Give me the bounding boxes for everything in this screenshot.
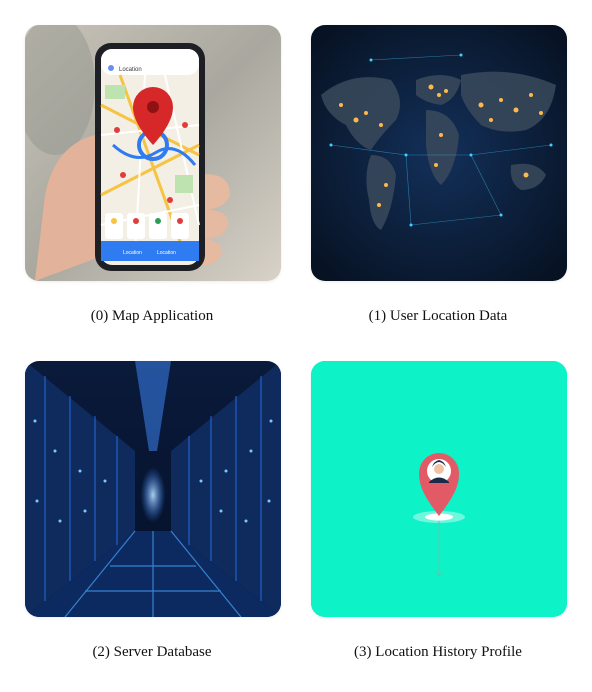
user-location-data-image[interactable] bbox=[311, 25, 567, 281]
caption-location-history-profile: (3) Location History Profile bbox=[354, 644, 522, 660]
server-database-image[interactable] bbox=[25, 361, 281, 617]
caption-map-application: (0) Map Application bbox=[90, 308, 214, 324]
server-room-icon bbox=[25, 361, 281, 617]
location-pin-profile-icon bbox=[311, 361, 567, 617]
map-app-phone-icon: Location Location Location bbox=[25, 25, 281, 281]
image-grid: Location Location Location (0) Map Appli… bbox=[0, 0, 592, 692]
phone-tab-left: Location bbox=[123, 250, 142, 256]
location-history-profile-image[interactable] bbox=[311, 361, 567, 617]
caption-server-database: (2) Server Database bbox=[92, 644, 212, 660]
phone-search-label: Location bbox=[119, 67, 142, 73]
caption-user-location-data: (1) User Location Data bbox=[368, 308, 508, 324]
phone-tab-right: Location bbox=[157, 250, 176, 256]
map-application-image[interactable]: Location Location Location bbox=[25, 25, 281, 281]
world-map-lights-icon bbox=[311, 25, 567, 281]
